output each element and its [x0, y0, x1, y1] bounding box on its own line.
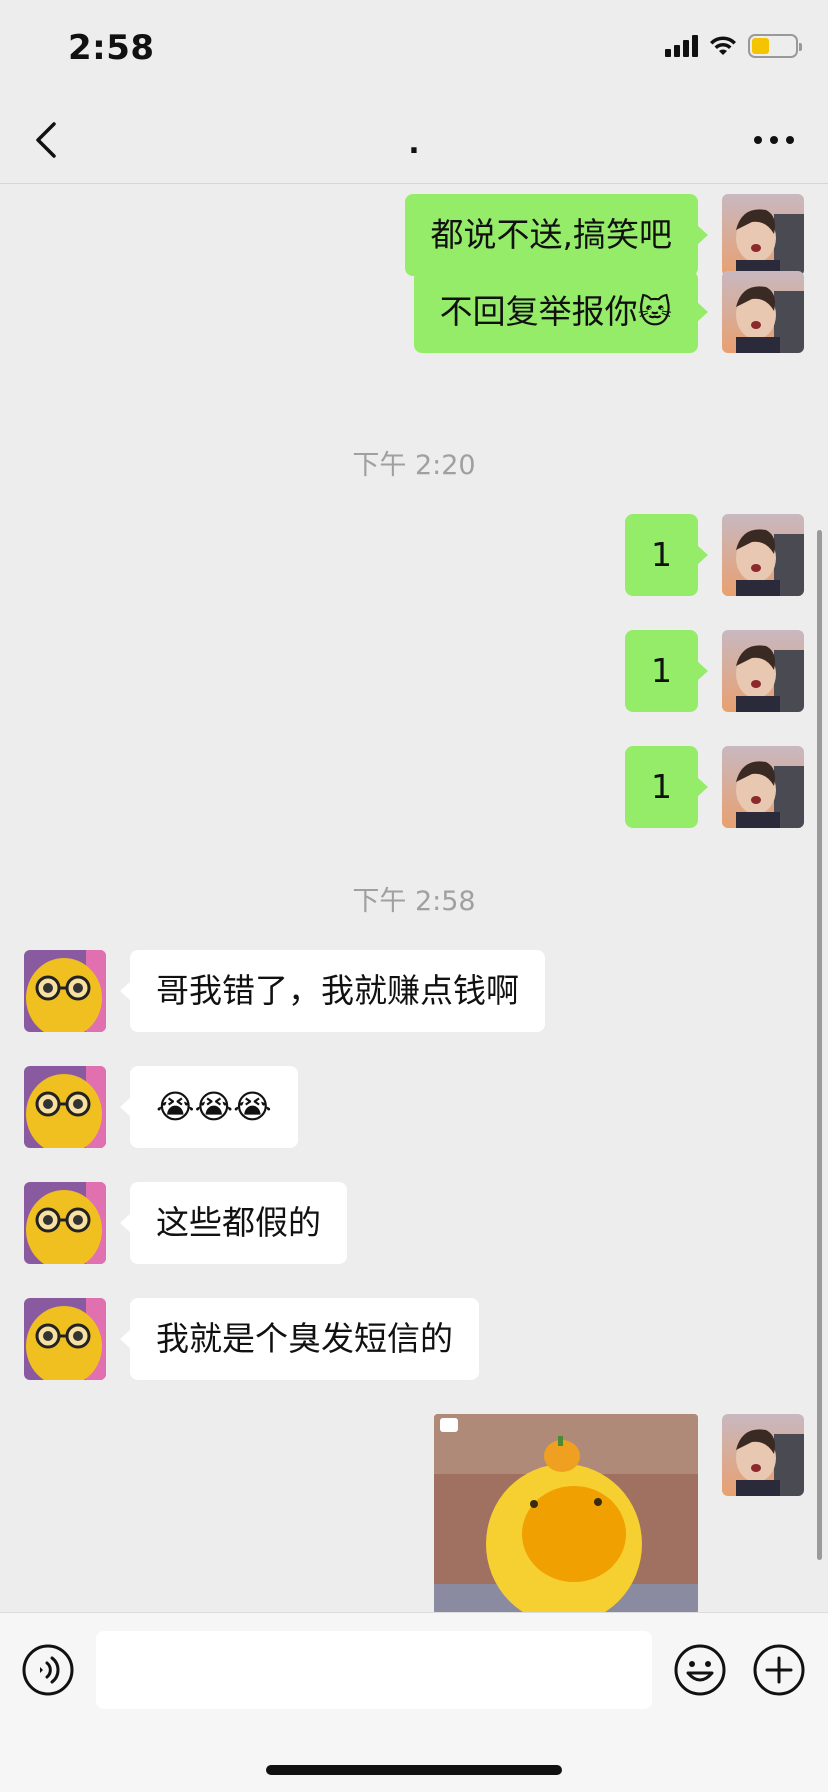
self-avatar[interactable] — [722, 1414, 804, 1496]
scrollbar[interactable] — [817, 530, 822, 1560]
timestamp: 下午 2:20 — [352, 450, 476, 481]
plus-icon[interactable] — [752, 1643, 806, 1697]
sent-message-bubble[interactable]: 1 — [625, 630, 708, 712]
received-message-bubble[interactable]: 我就是个臭发短信的 — [120, 1298, 479, 1380]
received-message-bubble[interactable]: 这些都假的 — [120, 1182, 347, 1264]
sent-message-bubble[interactable]: 不回复举报你🐱 — [413, 271, 709, 353]
more-icon[interactable] — [750, 122, 798, 158]
home-indicator[interactable] — [266, 1765, 562, 1775]
message-input[interactable] — [96, 1631, 652, 1709]
sent-message-bubble[interactable]: 1 — [625, 746, 708, 828]
contact-avatar[interactable] — [24, 950, 106, 1032]
self-avatar[interactable] — [722, 271, 804, 353]
received-message-bubble[interactable]: 哥我错了，我就赚点钱啊 — [120, 950, 545, 1032]
contact-avatar[interactable] — [24, 1182, 106, 1264]
battery-icon — [748, 34, 802, 58]
chat-title: . — [408, 126, 420, 161]
message-row: 1 — [625, 514, 804, 596]
message-row: 不回复举报你🐱 — [413, 271, 804, 353]
voice-icon[interactable] — [21, 1643, 75, 1697]
message-row: 这些都假的 — [24, 1182, 347, 1264]
emoji-icon[interactable] — [673, 1643, 727, 1697]
contact-avatar[interactable] — [24, 1298, 106, 1380]
status-bar: 2:58 — [0, 0, 828, 96]
message-row: 1 — [625, 630, 804, 712]
contact-avatar[interactable] — [24, 1066, 106, 1148]
signal-icon — [665, 35, 698, 57]
received-message-bubble[interactable]: 😭😭😭 — [120, 1066, 298, 1148]
message-row: 1 — [625, 746, 804, 828]
sent-message-bubble[interactable]: 都说不送,搞笑吧 — [404, 194, 708, 276]
self-avatar[interactable] — [722, 746, 804, 828]
sticker-image-icon[interactable] — [434, 1414, 698, 1612]
self-avatar[interactable] — [722, 514, 804, 596]
chat-area[interactable]: 都说不送,搞笑吧 不回复举报你🐱 下午 2:20 1 1 1 下午 2:58 哥… — [0, 185, 828, 1612]
status-icons — [665, 34, 802, 58]
message-row: 😭😭😭 — [24, 1066, 298, 1148]
message-row: 都说不送,搞笑吧 — [404, 194, 804, 276]
message-row: 哥我错了，我就赚点钱啊 — [24, 950, 545, 1032]
status-time: 2:58 — [68, 28, 155, 68]
wifi-icon — [710, 36, 736, 55]
message-row — [722, 1414, 804, 1496]
nav-bar: . — [0, 96, 828, 184]
self-avatar[interactable] — [722, 194, 804, 276]
self-avatar[interactable] — [722, 630, 804, 712]
sent-message-bubble[interactable]: 1 — [625, 514, 708, 596]
message-row: 我就是个臭发短信的 — [24, 1298, 479, 1380]
timestamp: 下午 2:58 — [352, 886, 476, 917]
